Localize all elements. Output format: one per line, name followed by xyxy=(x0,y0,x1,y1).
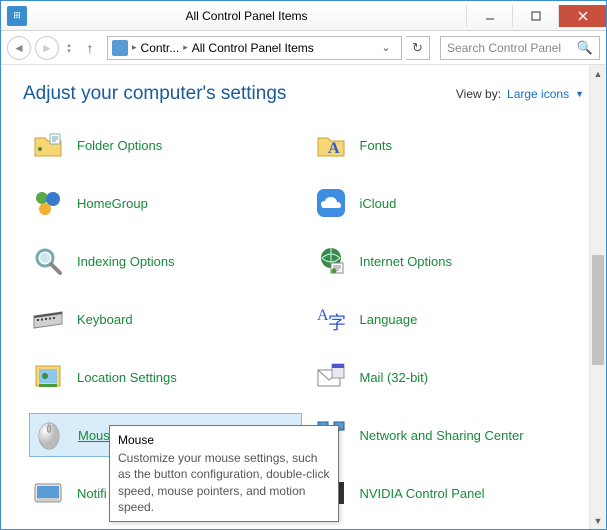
forward-button[interactable]: ► xyxy=(35,36,59,60)
item-location-settings[interactable]: Location Settings xyxy=(29,355,302,399)
item-internet-options[interactable]: Internet Options xyxy=(312,239,585,283)
item-label: iCloud xyxy=(360,196,397,211)
chevron-down-icon: ▼ xyxy=(575,89,584,99)
item-network-sharing[interactable]: Network and Sharing Center xyxy=(312,413,585,457)
chevron-right-icon: ▸ xyxy=(183,42,188,53)
item-fonts[interactable]: A Fonts xyxy=(312,123,585,167)
scroll-up-icon[interactable]: ▲ xyxy=(590,65,606,82)
address-dropdown-icon[interactable]: ⌄ xyxy=(375,37,397,59)
item-indexing-options[interactable]: Indexing Options xyxy=(29,239,302,283)
search-placeholder: Search Control Panel xyxy=(447,41,561,55)
item-label: Internet Options xyxy=(360,254,453,269)
item-label: Folder Options xyxy=(77,138,162,153)
item-label: Language xyxy=(360,312,418,327)
item-label: Network and Sharing Center xyxy=(360,428,524,443)
scroll-down-icon[interactable]: ▼ xyxy=(590,512,606,529)
item-label: Indexing Options xyxy=(77,254,175,269)
item-mail[interactable]: Mail (32-bit) xyxy=(312,355,585,399)
internet-options-icon xyxy=(314,244,348,278)
svg-text:A: A xyxy=(328,140,340,157)
view-by-label: View by: xyxy=(456,87,501,101)
title-bar: ⊞ All Control Panel Items xyxy=(1,1,606,31)
minimize-button[interactable] xyxy=(466,5,512,27)
location-settings-icon xyxy=(31,360,65,394)
back-button[interactable]: ◄ xyxy=(7,36,31,60)
item-label: Notifi xyxy=(77,486,107,501)
item-label: Keyboard xyxy=(77,312,133,327)
view-by-control[interactable]: View by: Large icons ▼ xyxy=(456,87,584,101)
item-icloud[interactable]: iCloud xyxy=(312,181,585,225)
icloud-icon xyxy=(314,186,348,220)
svg-text:字: 字 xyxy=(328,313,346,333)
keyboard-icon xyxy=(31,302,65,336)
chevron-right-icon: ▸ xyxy=(132,42,137,53)
item-label: NVIDIA Control Panel xyxy=(360,486,485,501)
tooltip-title: Mouse xyxy=(118,432,330,448)
address-bar[interactable]: ▸ Contr... ▸ All Control Panel Items ⌄ xyxy=(107,36,402,60)
homegroup-icon xyxy=(31,186,65,220)
item-folder-options[interactable]: Folder Options xyxy=(29,123,302,167)
item-label: HomeGroup xyxy=(77,196,148,211)
vertical-scrollbar[interactable]: ▲ ▼ xyxy=(589,65,606,529)
control-panel-sys-icon: ⊞ xyxy=(7,6,27,26)
mouse-icon xyxy=(32,418,66,452)
view-by-value[interactable]: Large icons xyxy=(507,87,569,101)
item-nvidia[interactable]: NVIDIA Control Panel xyxy=(312,471,585,515)
tooltip: Mouse Customize your mouse settings, suc… xyxy=(109,425,339,522)
content-area: Adjust your computer's settings View by:… xyxy=(1,65,606,529)
indexing-options-icon xyxy=(31,244,65,278)
item-homegroup[interactable]: HomeGroup xyxy=(29,181,302,225)
mail-icon xyxy=(314,360,348,394)
fonts-icon: A xyxy=(314,128,348,162)
language-icon: A字 xyxy=(314,302,348,336)
search-input[interactable]: Search Control Panel 🔍 xyxy=(440,36,600,60)
folder-options-icon xyxy=(31,128,65,162)
item-label: Location Settings xyxy=(77,370,177,385)
notification-area-icon xyxy=(31,476,65,510)
item-label: Mail (32-bit) xyxy=(360,370,429,385)
up-button[interactable]: ↑ xyxy=(81,40,99,56)
breadcrumb-control-panel[interactable]: Contr... xyxy=(141,41,180,55)
close-button[interactable] xyxy=(558,5,606,27)
maximize-button[interactable] xyxy=(512,5,558,27)
window-title: All Control Panel Items xyxy=(27,9,466,23)
navigation-bar: ◄ ► ▴▾ ↑ ▸ Contr... ▸ All Control Panel … xyxy=(1,31,606,65)
tooltip-body: Customize your mouse settings, such as t… xyxy=(118,450,330,515)
refresh-button[interactable]: ↻ xyxy=(406,36,430,60)
item-keyboard[interactable]: Keyboard xyxy=(29,297,302,341)
history-dropdown[interactable]: ▴▾ xyxy=(65,42,73,53)
page-heading: Adjust your computer's settings xyxy=(23,83,286,105)
item-label: Fonts xyxy=(360,138,393,153)
item-language[interactable]: A字 Language xyxy=(312,297,585,341)
control-panel-icon xyxy=(112,40,128,56)
breadcrumb-all-items[interactable]: All Control Panel Items xyxy=(192,41,314,55)
search-icon: 🔍 xyxy=(577,40,593,56)
scrollbar-thumb[interactable] xyxy=(592,255,604,365)
